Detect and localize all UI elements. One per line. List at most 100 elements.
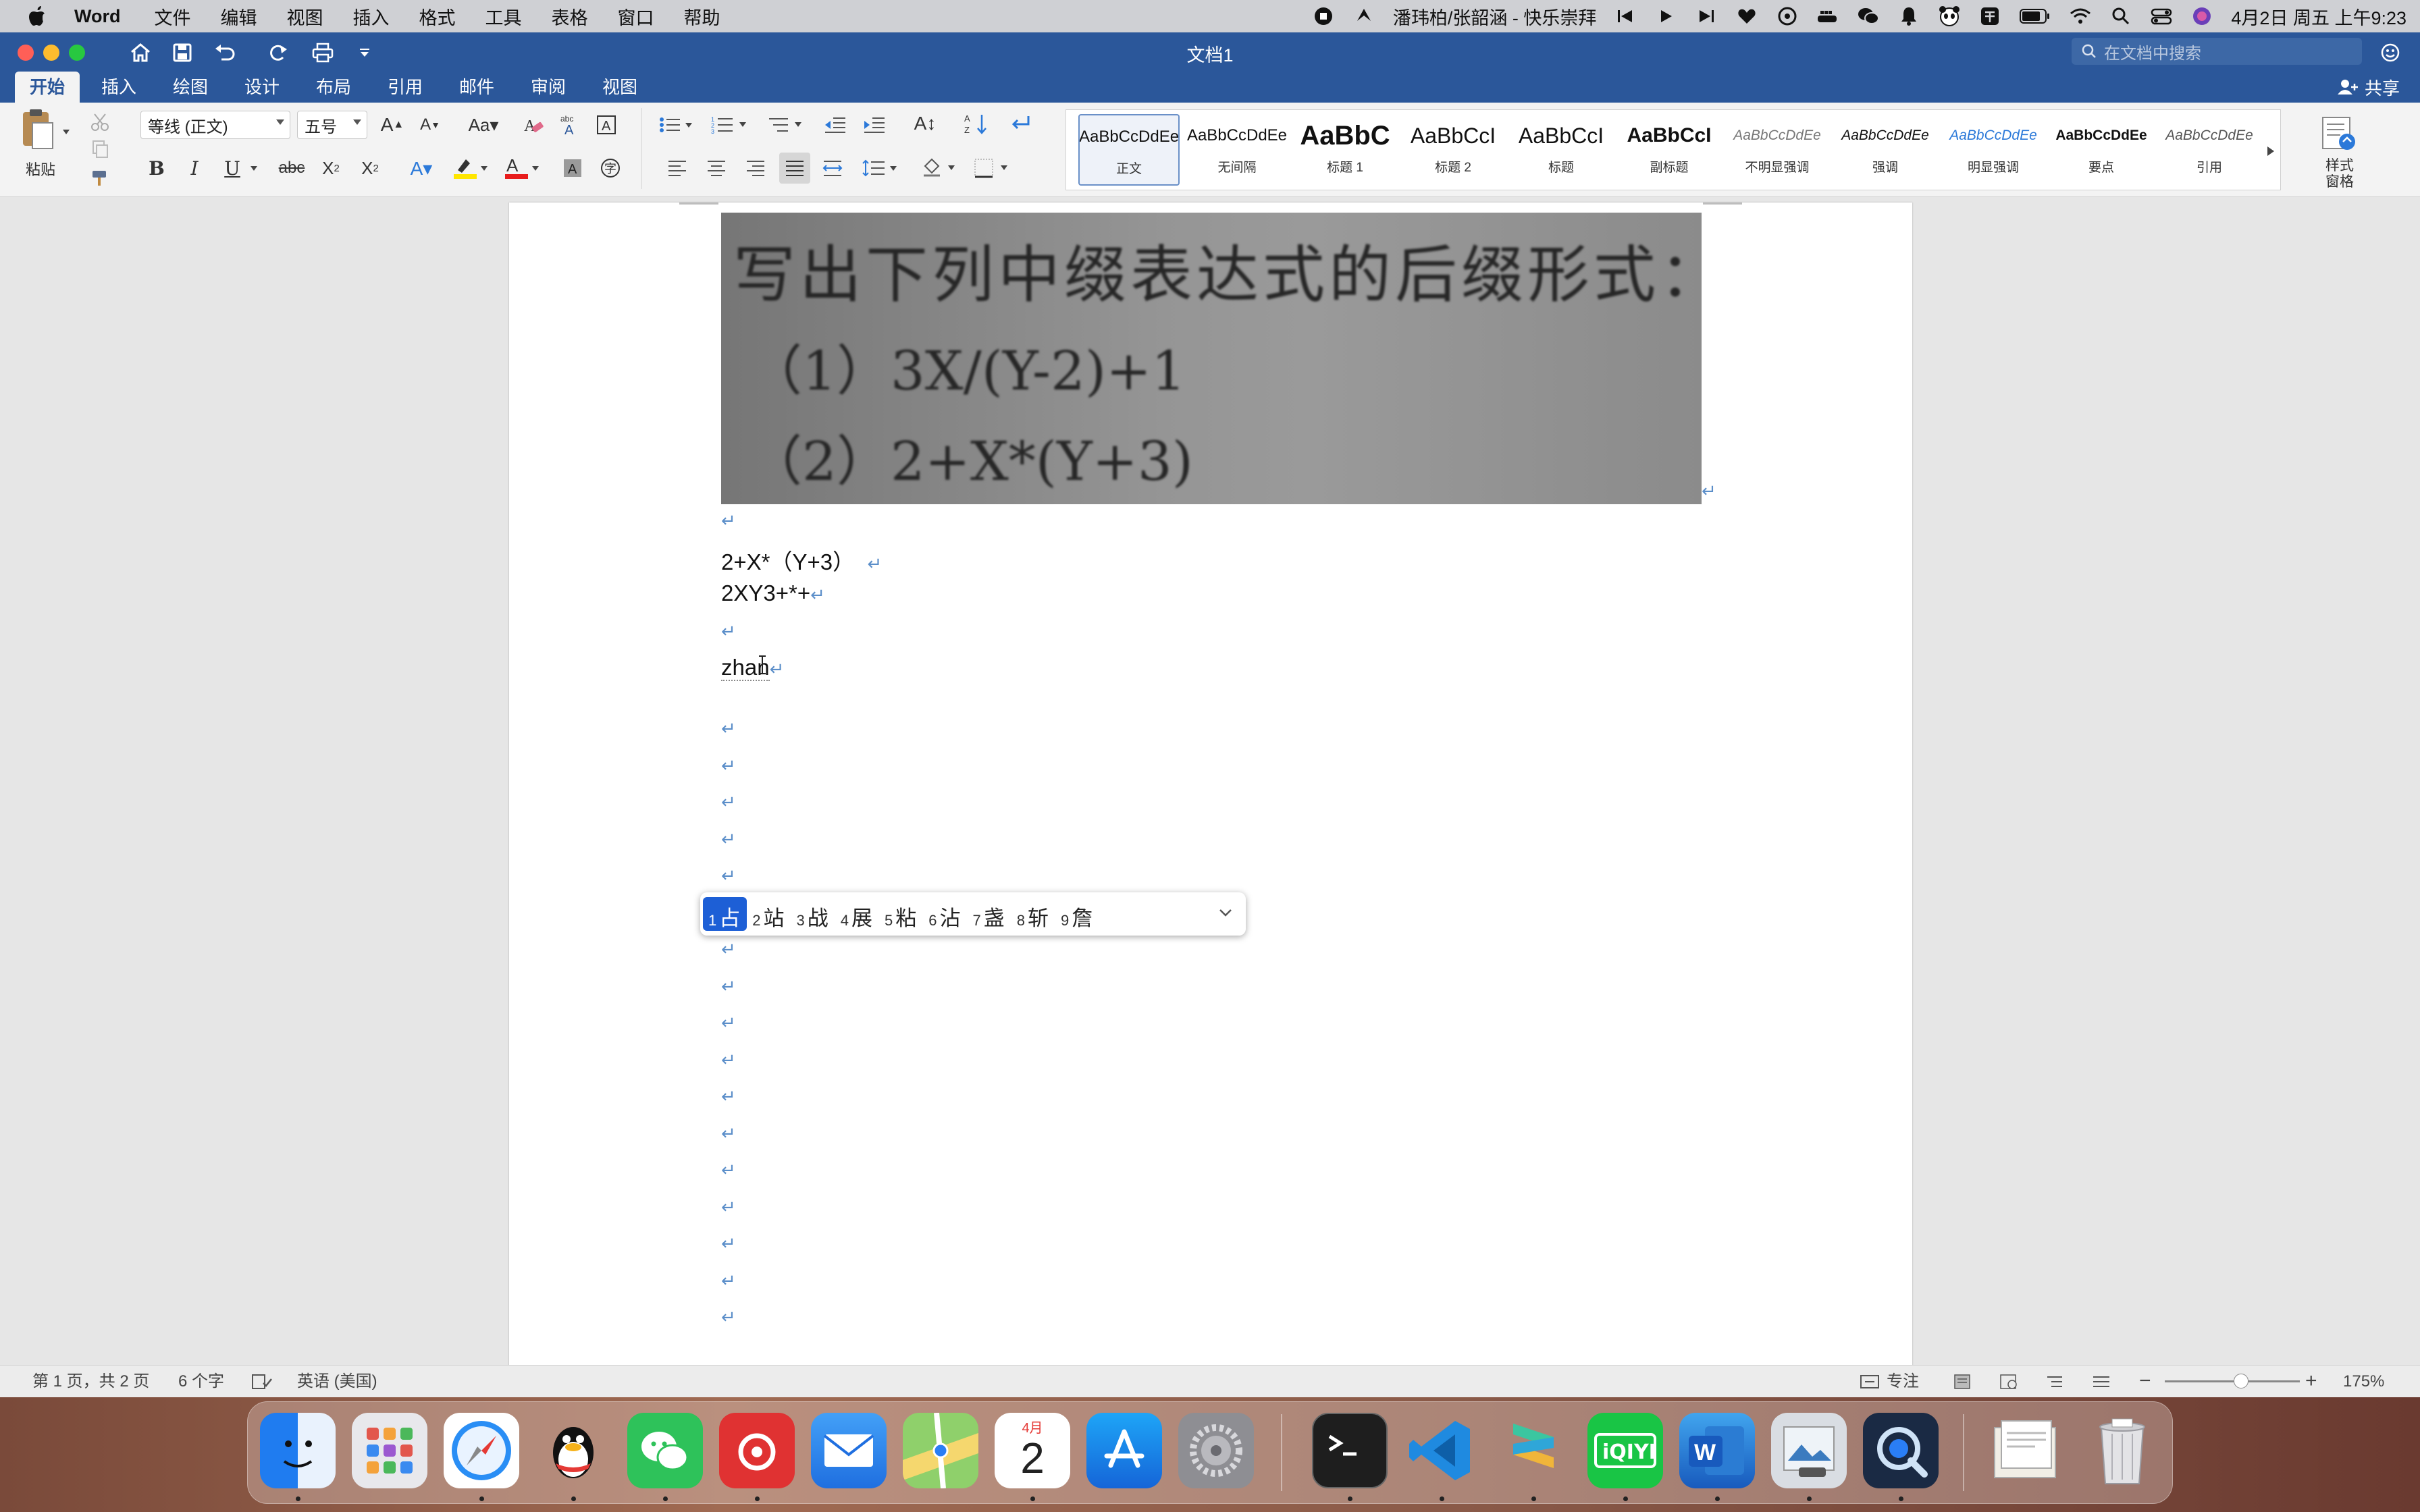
print-layout-icon[interactable]: [1953, 1374, 1973, 1390]
zoom-in-button[interactable]: +: [2305, 1371, 2317, 1393]
safari-icon[interactable]: [444, 1413, 519, 1488]
increase-font-size-icon[interactable]: A ▲: [375, 109, 409, 140]
wechat-icon[interactable]: [627, 1413, 703, 1488]
document-page[interactable]: 写出下列中缀表达式的后缀形式： （1）3X/(Y-2)+1 （2）2+X*(Y+…: [509, 202, 1912, 1377]
menu-table[interactable]: 表格: [552, 3, 588, 30]
tab-mailings[interactable]: 邮件: [444, 72, 509, 103]
maps-icon[interactable]: [903, 1413, 978, 1488]
embedded-photo[interactable]: 写出下列中缀表达式的后缀形式： （1）3X/(Y-2)+1 （2）2+X*(Y+…: [721, 213, 1702, 504]
style-2[interactable]: AaBbCcDdEe 无间隔: [1186, 114, 1288, 186]
expand-candidates-icon[interactable]: [1216, 903, 1235, 922]
now-playing-text[interactable]: 潘玮柏/张韶涵 - 快乐崇拜: [1393, 3, 1597, 30]
format-painter-icon[interactable]: [86, 162, 113, 193]
siri-icon[interactable]: [2190, 5, 2213, 28]
asian-layout-icon[interactable]: A↕: [903, 108, 947, 139]
system-preferences-icon[interactable]: [1178, 1413, 1254, 1488]
character-border-icon[interactable]: A: [591, 109, 621, 140]
font-color-icon[interactable]: A: [500, 153, 544, 184]
smiley-feedback-icon[interactable]: [2375, 38, 2405, 68]
wifi-icon[interactable]: [2069, 5, 2092, 28]
style-4[interactable]: AaBbCcI 标题 2: [1402, 114, 1504, 186]
bold-button[interactable]: B: [142, 153, 172, 184]
panda-icon[interactable]: [1938, 5, 1961, 28]
tab-draw[interactable]: 绘图: [158, 72, 223, 103]
music-app-icon[interactable]: [1352, 5, 1375, 28]
style-1[interactable]: AaBbCcDdEe 正文: [1078, 114, 1180, 186]
highlight-color-icon[interactable]: [448, 153, 493, 184]
phonetic-guide-icon[interactable]: abc A: [555, 109, 585, 140]
zoom-out-button[interactable]: −: [2139, 1371, 2151, 1393]
terminal-icon[interactable]: [1312, 1413, 1388, 1488]
web-layout-icon[interactable]: [1999, 1374, 2019, 1390]
docker-icon[interactable]: [1816, 5, 1839, 28]
share-button[interactable]: 共享: [2336, 72, 2400, 103]
document-line[interactable]: zhan↵: [721, 655, 784, 681]
sublime-like-app-icon[interactable]: [1496, 1413, 1571, 1488]
word-count[interactable]: 6 个字: [178, 1366, 224, 1398]
align-left-icon[interactable]: [662, 153, 693, 184]
change-case-icon[interactable]: Aa▾: [462, 109, 505, 140]
tab-home[interactable]: 开始: [15, 72, 80, 103]
style-7[interactable]: AaBbCcDdEe 不明显强调: [1727, 114, 1828, 186]
multilevel-list-icon[interactable]: [763, 109, 813, 140]
style-10[interactable]: AaBbCcDdEe 要点: [2051, 114, 2152, 186]
ime-candidate-4[interactable]: 4展: [835, 897, 879, 931]
style-11[interactable]: AaBbCcDdEe 引用: [2159, 114, 2260, 186]
ime-candidate-9[interactable]: 9詹: [1055, 897, 1099, 931]
qq-icon[interactable]: [535, 1413, 611, 1488]
font-name-dropdown[interactable]: 等线 (正文): [140, 111, 290, 139]
quicktime-icon[interactable]: [1863, 1413, 1939, 1488]
ime-candidate-5[interactable]: 5粘: [879, 897, 923, 931]
character-shading-icon[interactable]: A: [558, 153, 587, 184]
documents-stack-icon[interactable]: [1987, 1413, 2063, 1488]
style-8[interactable]: AaBbCcDdEe 强调: [1835, 114, 1936, 186]
borders-icon[interactable]: [970, 153, 1017, 184]
decrease-font-size-icon[interactable]: A ▼: [413, 109, 447, 140]
launchpad-icon[interactable]: [352, 1413, 427, 1488]
preview-icon[interactable]: [1771, 1413, 1847, 1488]
document-line[interactable]: 2+X*（Y+3） ↵: [721, 544, 882, 576]
proofing-icon[interactable]: [251, 1374, 273, 1390]
sort-icon[interactable]: AZ: [959, 108, 994, 139]
trash-icon[interactable]: [2084, 1413, 2160, 1488]
underline-options-caret[interactable]: [247, 153, 261, 184]
text-effects-icon[interactable]: A▾: [401, 153, 442, 184]
menu-help[interactable]: 帮助: [684, 3, 720, 30]
menu-file[interactable]: 文件: [155, 3, 191, 30]
ime-candidate-6[interactable]: 6沾: [923, 897, 967, 931]
style-5[interactable]: AaBbCcI 标题: [1510, 114, 1612, 186]
heart-icon[interactable]: [1735, 5, 1758, 28]
enclose-characters-icon[interactable]: 字: [596, 153, 625, 184]
style-9[interactable]: AaBbCcDdEe 明显强调: [1943, 114, 2044, 186]
ime-candidate-1[interactable]: 1占: [703, 897, 747, 931]
italic-button[interactable]: I: [180, 153, 209, 184]
ime-candidate-8[interactable]: 8斩: [1011, 897, 1055, 931]
increase-indent-icon[interactable]: [858, 109, 891, 140]
zoom-level[interactable]: 175%: [2343, 1366, 2384, 1398]
justify-icon[interactable]: [779, 153, 810, 184]
ime-candidate-2[interactable]: 2站: [747, 897, 791, 931]
page-count[interactable]: 第 1 页，共 2 页: [32, 1366, 149, 1398]
styles-gallery-expand-icon[interactable]: [2263, 136, 2279, 167]
zoom-slider-thumb[interactable]: [2234, 1374, 2248, 1388]
paste-options-caret[interactable]: [59, 116, 73, 147]
shading-icon[interactable]: [917, 153, 964, 184]
copy-icon[interactable]: [86, 134, 113, 165]
document-line[interactable]: 2XY3+*+↵: [721, 580, 825, 606]
align-right-icon[interactable]: [740, 153, 771, 184]
iqiyi-icon[interactable]: iQIYI: [1587, 1413, 1663, 1488]
apple-icon[interactable]: [0, 6, 74, 26]
play-icon[interactable]: [1654, 5, 1677, 28]
decrease-indent-icon[interactable]: [818, 109, 852, 140]
distributed-icon[interactable]: [817, 153, 848, 184]
font-size-dropdown[interactable]: 五号: [297, 111, 367, 139]
menu-tools[interactable]: 工具: [485, 3, 522, 30]
app-menu-word[interactable]: Word: [74, 6, 121, 27]
record-icon[interactable]: [1312, 5, 1335, 28]
menu-window[interactable]: 窗口: [618, 3, 654, 30]
outline-view-icon[interactable]: [2046, 1374, 2066, 1390]
tab-design[interactable]: 设计: [230, 72, 294, 103]
line-spacing-icon[interactable]: [858, 153, 905, 184]
netease-cloud-music-icon[interactable]: [719, 1413, 795, 1488]
ime-candidate-3[interactable]: 3战: [791, 897, 835, 931]
